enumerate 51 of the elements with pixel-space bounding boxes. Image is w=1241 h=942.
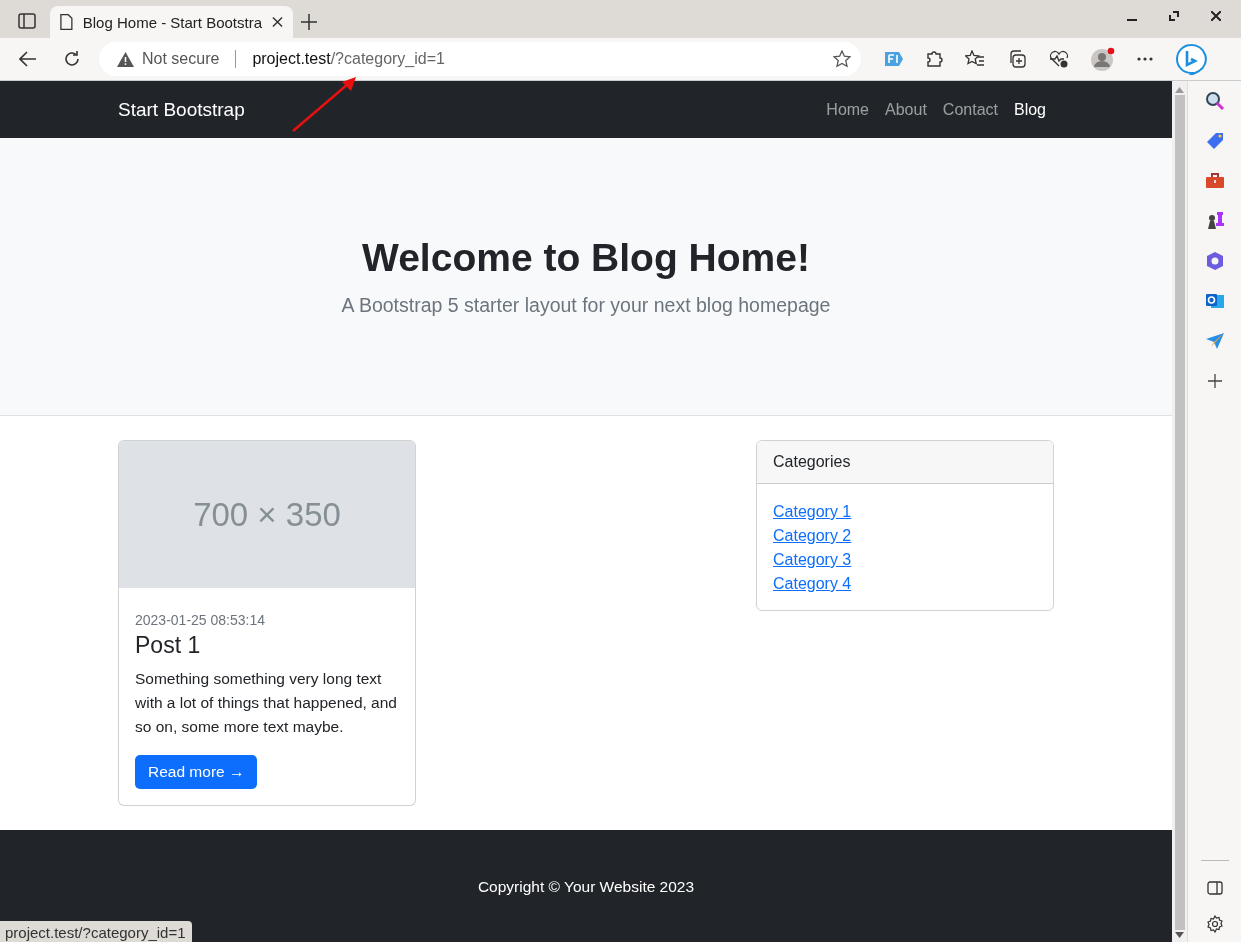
warning-icon: [117, 51, 134, 67]
url-text: project.test/?category_id=1: [252, 50, 445, 68]
nav-link[interactable]: Home: [826, 100, 869, 119]
new-tab-icon[interactable]: [301, 14, 317, 30]
annotation-arrow: [290, 76, 358, 134]
security-label: Not secure: [142, 50, 220, 68]
brand-link[interactable]: Start Bootstrap: [118, 98, 827, 121]
profile-avatar-icon[interactable]: [1091, 47, 1115, 71]
nav-link[interactable]: Contact: [942, 100, 998, 119]
browser-tab[interactable]: Blog Home - Start Bootstra: [50, 6, 293, 38]
outlook-icon[interactable]: [1204, 291, 1225, 311]
favorites-icon[interactable]: [965, 50, 985, 68]
paper-plane-icon[interactable]: [1204, 331, 1225, 351]
tab-actions-icon[interactable]: [18, 13, 36, 29]
sidebar-panel-icon[interactable]: [1206, 881, 1223, 895]
image-size-label: 700 × 350: [193, 495, 341, 534]
card-header: Categories: [757, 441, 1053, 484]
close-window-icon[interactable]: [1211, 11, 1221, 21]
nav-link[interactable]: Blog: [1013, 100, 1046, 119]
heart-pulse-icon[interactable]: [1049, 50, 1069, 68]
post-date: 2023-01-25 08:53:14: [135, 612, 266, 628]
back-icon[interactable]: [19, 51, 37, 67]
post-title: Post 1: [135, 632, 202, 659]
post-excerpt: Something something very long text with a lot of things that happened, and so on, some more text maybe.: [135, 669, 398, 737]
office-icon[interactable]: [1204, 251, 1225, 271]
status-url: project.test/?category_id=1: [0, 921, 192, 942]
category-link[interactable]: Category 3: [773, 551, 852, 568]
restore-icon[interactable]: [1169, 11, 1179, 21]
category-link[interactable]: Category 2: [773, 527, 852, 544]
more-icon[interactable]: [1137, 57, 1153, 61]
settings-icon[interactable]: [1205, 915, 1224, 933]
scroll-down-icon[interactable]: [1175, 932, 1184, 938]
collections-icon[interactable]: [1007, 50, 1027, 68]
nav-link[interactable]: About: [885, 100, 927, 119]
extension-badge-icon[interactable]: [885, 50, 903, 68]
read-more-button[interactable]: Read more →: [135, 755, 258, 789]
search-icon[interactable]: [1204, 91, 1225, 111]
tab-title: Blog Home - Start Bootstra: [82, 13, 263, 31]
page-icon: [60, 13, 73, 31]
close-icon[interactable]: [272, 16, 283, 28]
address-bar[interactable]: Not secure project.test/?category_id=1: [99, 42, 861, 76]
toolbox-icon[interactable]: [1204, 171, 1225, 191]
hero-title: Welcome to Blog Home!: [362, 236, 810, 280]
chat-bubble-icon[interactable]: [1175, 43, 1207, 75]
star-icon[interactable]: [833, 50, 851, 68]
copyright-text: Copyright © Your Website 2023: [477, 877, 695, 896]
hero-subtitle: A Bootstrap 5 starter layout for your next blog homepage: [341, 294, 831, 317]
puzzle-icon[interactable]: [925, 50, 943, 68]
category-link[interactable]: Category 1: [773, 503, 852, 520]
reload-icon[interactable]: [63, 50, 81, 68]
category-link[interactable]: Category 4: [773, 575, 852, 592]
